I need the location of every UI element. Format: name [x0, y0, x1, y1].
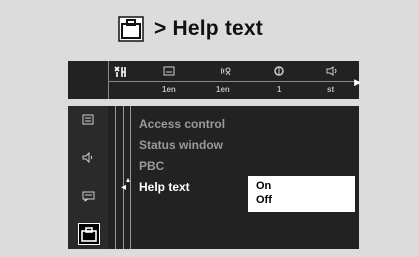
arrow-right-icon: ▶ [354, 77, 361, 87]
speaker-icon[interactable] [82, 151, 94, 166]
briefcase-icon [118, 16, 144, 42]
sidebar [68, 106, 108, 249]
angle-icon[interactable] [274, 66, 284, 79]
menu-item-help-text[interactable]: Help text [139, 180, 190, 194]
page-header: > Help text [118, 12, 263, 46]
divider [108, 81, 359, 82]
divider [108, 61, 109, 99]
display-icon[interactable] [82, 114, 94, 128]
option-off[interactable]: Off [256, 194, 272, 206]
angle-value: 1 [277, 85, 282, 94]
sound-icon[interactable] [326, 66, 338, 79]
subtitle-icon[interactable] [163, 66, 175, 79]
menu-item-pbc[interactable]: PBC [139, 159, 164, 173]
chat-icon[interactable] [82, 191, 95, 205]
option-popup: On Off [248, 176, 355, 212]
top-menu-bar: ▶ 1en 1en 1 st [68, 61, 361, 99]
menu-item-access-control[interactable]: Access control [139, 117, 225, 131]
sound-value: st [327, 85, 335, 94]
subtitle-value: 1en [162, 85, 176, 94]
briefcase-icon [81, 227, 97, 242]
arrow-up-icon: ▴ [126, 175, 131, 184]
audio-value: 1en [216, 85, 230, 94]
option-on[interactable]: On [256, 180, 271, 192]
menu-item-status-window[interactable]: Status window [139, 138, 223, 152]
selected-category[interactable] [78, 223, 100, 245]
screen: > Help text ▶ 1en 1en 1 st ◂ ▴ Access co… [0, 0, 419, 257]
settings-icon[interactable] [114, 66, 128, 81]
audio-language-icon[interactable] [220, 66, 232, 79]
page-title: > Help text [154, 17, 263, 40]
